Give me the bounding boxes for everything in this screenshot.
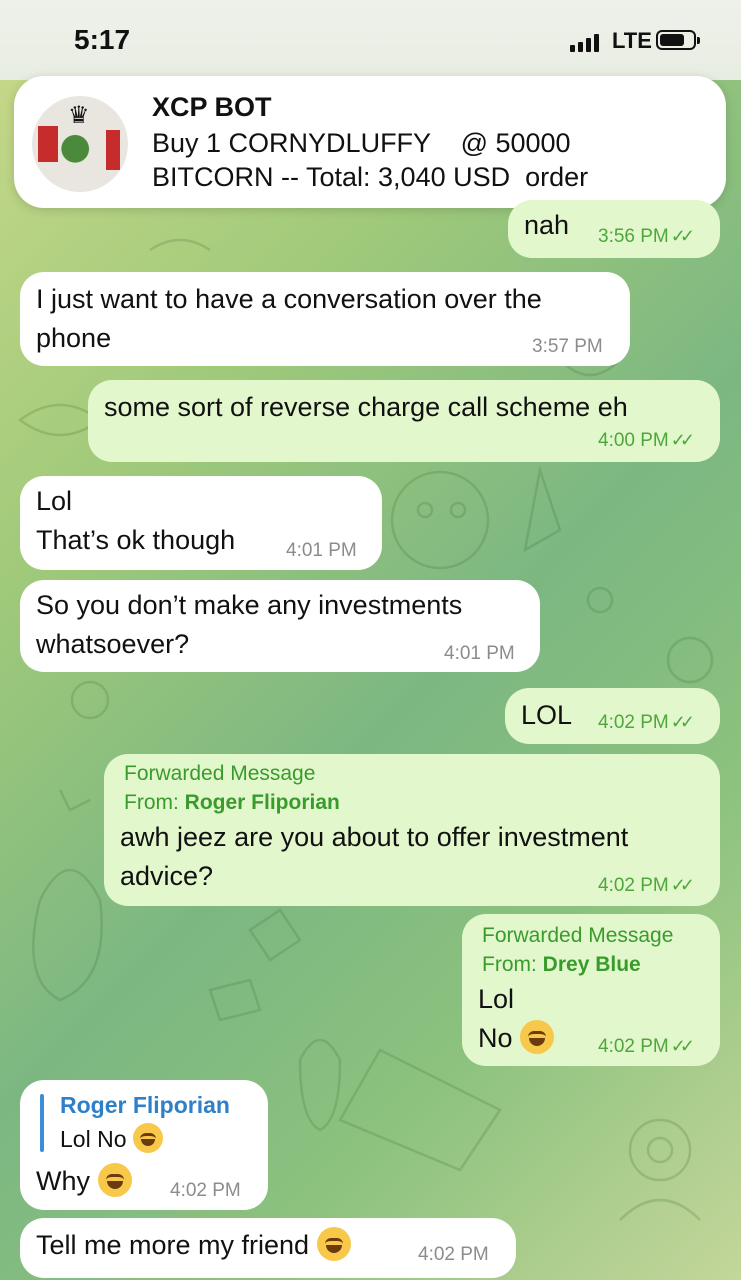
message-text: nah	[524, 210, 570, 240]
status-bar: 5:17 LTE	[0, 0, 741, 80]
double-check-icon: ✓✓	[670, 226, 695, 246]
forwarded-label: Forwarded Message	[124, 762, 316, 785]
push-notification[interactable]: ♛ XCP BOT Buy 1 CORNYDLUFFY @ 50000 BITC…	[14, 76, 726, 208]
message-time: 4:02 PM	[170, 1180, 241, 1201]
message-time: 4:02 PM ✓✓	[598, 875, 695, 896]
double-check-icon: ✓✓	[670, 875, 695, 895]
reply-quote-bar	[40, 1094, 44, 1152]
tears-of-joy-emoji	[132, 1123, 163, 1153]
tears-of-joy-emoji	[97, 1162, 132, 1197]
message-incoming[interactable]: So you don’t make any investments whatso…	[20, 580, 540, 672]
message-text-line-1: Lol	[478, 984, 515, 1014]
message-text-line-1: Lol	[36, 486, 73, 516]
notification-line-2: BITCORN -- Total: 3,040 USD order	[152, 162, 589, 192]
message-time: 4:01 PM	[286, 540, 357, 561]
message-text-line-2: advice?	[120, 861, 214, 891]
network-label: LTE	[612, 28, 652, 53]
message-time: 4:02 PM ✓✓	[598, 1036, 695, 1057]
battery-icon	[656, 30, 700, 50]
message-text: some sort of reverse charge call scheme …	[104, 392, 628, 422]
double-check-icon: ✓✓	[670, 712, 695, 732]
message-incoming[interactable]: I just want to have a conversation over …	[20, 272, 630, 366]
message-time: 4:01 PM	[444, 643, 515, 664]
message-text-line-1: So you don’t make any investments	[36, 590, 463, 620]
message-time: 4:02 PM	[418, 1244, 489, 1265]
message-time: 4:00 PM ✓✓	[598, 430, 695, 451]
tears-of-joy-emoji	[520, 1019, 555, 1054]
message-text: LOL	[521, 700, 573, 730]
message-text-line-2: whatsoever?	[36, 629, 190, 659]
forwarded-label: Forwarded Message	[482, 924, 674, 947]
message-text-line-2: No	[478, 1019, 555, 1058]
message-outgoing[interactable]: LOL 4:02 PM ✓✓	[505, 688, 720, 744]
message-text-line-1: I just want to have a conversation over …	[36, 284, 542, 314]
crown-icon: ♛	[68, 102, 90, 129]
message-incoming[interactable]: Lol That’s ok though 4:01 PM	[20, 476, 382, 570]
message-text: Tell me more my friend	[36, 1226, 351, 1265]
message-incoming[interactable]: Tell me more my friend 4:02 PM	[20, 1218, 516, 1278]
double-check-icon: ✓✓	[670, 1036, 695, 1056]
signal-icon	[570, 34, 599, 52]
reply-author[interactable]: Roger Fliporian	[60, 1092, 230, 1119]
reply-text: Lol No	[60, 1123, 163, 1156]
message-text-line-1: awh jeez are you about to offer investme…	[120, 822, 629, 852]
notification-title: XCP BOT	[152, 92, 272, 122]
clock: 5:17	[74, 24, 131, 55]
forwarded-from[interactable]: From: Roger Fliporian	[124, 791, 340, 815]
message-text-line-2: phone	[36, 323, 112, 353]
message-reply[interactable]: Roger Fliporian Lol No Why 4:02 PM	[20, 1080, 268, 1210]
bot-avatar: ♛	[32, 96, 128, 192]
message-outgoing[interactable]: some sort of reverse charge call scheme …	[88, 380, 720, 462]
message-time: 4:02 PM ✓✓	[598, 712, 695, 733]
double-check-icon: ✓✓	[670, 430, 695, 450]
message-forwarded[interactable]: Forwarded Message From: Roger Fliporian …	[104, 754, 720, 906]
message-time: 3:56 PM ✓✓	[598, 226, 695, 247]
message-outgoing[interactable]: nah 3:56 PM ✓✓	[508, 200, 720, 258]
forwarded-from[interactable]: From: Drey Blue	[482, 953, 641, 977]
notification-line-1: Buy 1 CORNYDLUFFY @ 50000	[152, 128, 571, 158]
message-time: 3:57 PM	[532, 336, 603, 357]
message-text-line-2: That’s ok though	[36, 525, 236, 555]
message-text: Why	[36, 1162, 132, 1201]
message-forwarded[interactable]: Forwarded Message From: Drey Blue Lol No…	[462, 914, 720, 1066]
tears-of-joy-emoji	[316, 1226, 351, 1261]
